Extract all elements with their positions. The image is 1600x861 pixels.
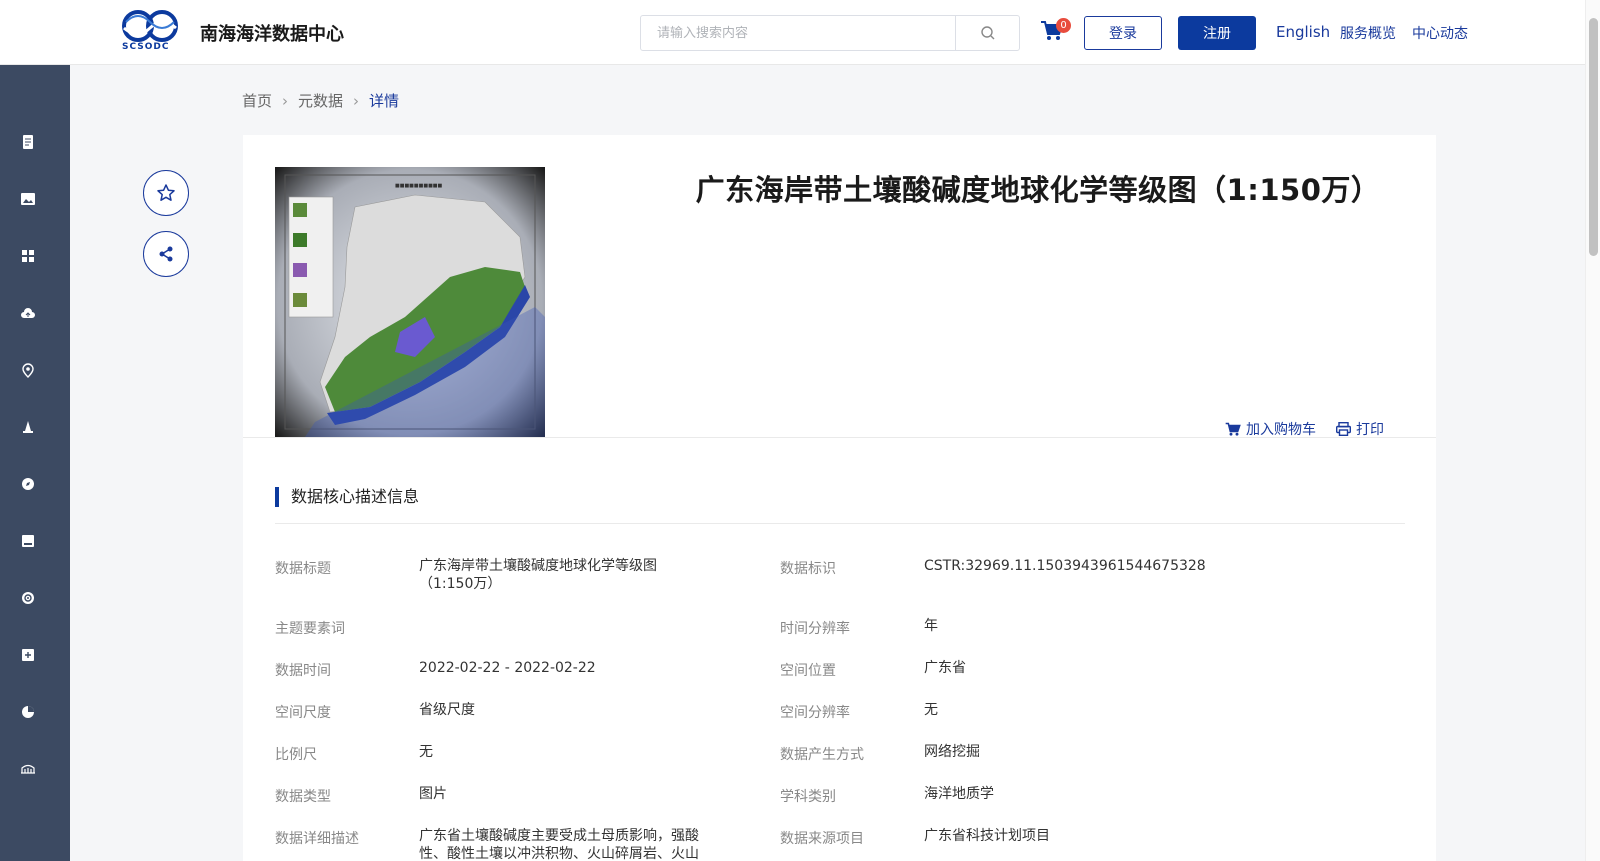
field-label-spatial-resolution: 空间分辨率: [780, 705, 850, 721]
print-link[interactable]: 打印: [1336, 419, 1384, 439]
divider: [243, 437, 1436, 438]
search-icon: [980, 26, 994, 40]
star-icon: [157, 184, 175, 201]
field-label-title: 数据标题: [275, 561, 331, 577]
field-label-spatial-scale: 空间尺度: [275, 705, 331, 721]
field-value-title: 广东海岸带土壤酸碱度地球化学等级图（1:150万）: [419, 558, 657, 592]
field-label-production-method: 数据产生方式: [780, 747, 864, 763]
left-sidebar: [0, 65, 70, 861]
divider: [275, 523, 1405, 524]
field-label-time-resolution: 时间分辨率: [780, 621, 850, 637]
field-value-spatial-scale: 省级尺度: [419, 702, 475, 718]
location-icon[interactable]: [20, 362, 36, 378]
page-scrollbar[interactable]: [1585, 0, 1600, 861]
field-label-source-project: 数据来源项目: [780, 831, 864, 847]
scroll-thumb[interactable]: [1589, 18, 1598, 256]
map-thumbnail[interactable]: ■■■■■■■■■■: [275, 167, 545, 437]
field-label-discipline: 学科类别: [780, 789, 836, 805]
plus-box-icon[interactable]: [20, 647, 36, 663]
field-label-data-type: 数据类型: [275, 789, 331, 805]
field-value-data-type: 图片: [419, 786, 447, 802]
field-label-map-scale: 比例尺: [275, 747, 317, 763]
breadcrumb: 首页 › 元数据 › 详情: [242, 90, 399, 111]
target-icon[interactable]: [20, 590, 36, 606]
image-icon[interactable]: [20, 191, 36, 207]
field-value-map-scale: 无: [419, 744, 433, 760]
field-value-description: 广东省土壤酸碱度主要受成土母质影响，强酸性、酸性土壤以冲洪积物、火山碎屑岩、火山: [419, 828, 699, 861]
field-value-source-project: 广东省科技计划项目: [924, 828, 1050, 844]
field-value-data-time: 2022-02-22 - 2022-02-22: [419, 660, 596, 676]
field-label-keywords: 主题要素词: [275, 621, 345, 637]
compass-icon[interactable]: [20, 476, 36, 492]
section-title: 数据核心描述信息: [275, 487, 419, 507]
cloud-upload-icon[interactable]: [20, 305, 36, 321]
breadcrumb-metadata[interactable]: 元数据: [298, 90, 343, 111]
svg-text:■■■■■■■■■■: ■■■■■■■■■■: [395, 183, 443, 189]
cart-button[interactable]: 0: [1040, 18, 1071, 46]
document-icon[interactable]: [20, 134, 36, 150]
detail-card: ■■■■■■■■■■ 广东海岸带土壤酸碱度地球化学等级图（1:150万） 加入购…: [243, 135, 1436, 861]
cart-icon: [1225, 422, 1241, 436]
field-label-data-time: 数据时间: [275, 663, 331, 679]
field-label-spatial-location: 空间位置: [780, 663, 836, 679]
nav-service-overview[interactable]: 服务概览: [1340, 23, 1396, 43]
printer-icon: [1336, 422, 1351, 436]
site-logo[interactable]: SCSODC: [120, 6, 180, 54]
share-button[interactable]: [143, 231, 189, 277]
favorite-button[interactable]: [143, 170, 189, 216]
field-value-production-method: 网络挖掘: [924, 744, 980, 760]
register-button[interactable]: 注册: [1178, 16, 1256, 50]
bridge-icon[interactable]: [20, 761, 36, 777]
card-icon[interactable]: [20, 533, 36, 549]
field-value-discipline: 海洋地质学: [924, 786, 994, 802]
breadcrumb-current: 详情: [369, 92, 400, 110]
site-name: 南海海洋数据中心: [200, 24, 344, 45]
search-box: [640, 15, 1020, 51]
share-icon: [159, 246, 173, 262]
page-title: 广东海岸带土壤酸碱度地球化学等级图（1:150万）: [695, 173, 1381, 207]
breadcrumb-home[interactable]: 首页: [242, 90, 272, 111]
top-header: SCSODC 南海海洋数据中心 0 登录 注册 English 服务概览 中心动…: [0, 0, 1585, 65]
field-label-description: 数据详细描述: [275, 831, 359, 847]
add-to-cart-label: 加入购物车: [1246, 422, 1316, 438]
field-value-time-resolution: 年: [924, 618, 938, 634]
login-button[interactable]: 登录: [1084, 16, 1162, 50]
search-input[interactable]: [641, 16, 956, 50]
grid-icon[interactable]: [20, 248, 36, 264]
print-label: 打印: [1356, 422, 1384, 438]
pie-chart-icon[interactable]: [20, 704, 36, 720]
nav-center-news[interactable]: 中心动态: [1412, 23, 1468, 43]
search-button[interactable]: [955, 16, 1019, 50]
chevron-right-icon: ›: [282, 91, 289, 110]
add-to-cart-link[interactable]: 加入购物车: [1225, 419, 1316, 439]
logo-text: SCSODC: [122, 42, 170, 52]
field-value-identifier: CSTR:32969.11.1503943961544675328: [924, 558, 1206, 574]
field-value-spatial-location: 广东省: [924, 660, 966, 676]
field-label-identifier: 数据标识: [780, 561, 836, 577]
tower-icon[interactable]: [20, 419, 36, 435]
field-value-spatial-resolution: 无: [924, 702, 938, 718]
nav-english[interactable]: English: [1276, 23, 1330, 41]
chevron-right-icon: ›: [353, 91, 360, 110]
cart-count-badge: 0: [1056, 18, 1071, 33]
